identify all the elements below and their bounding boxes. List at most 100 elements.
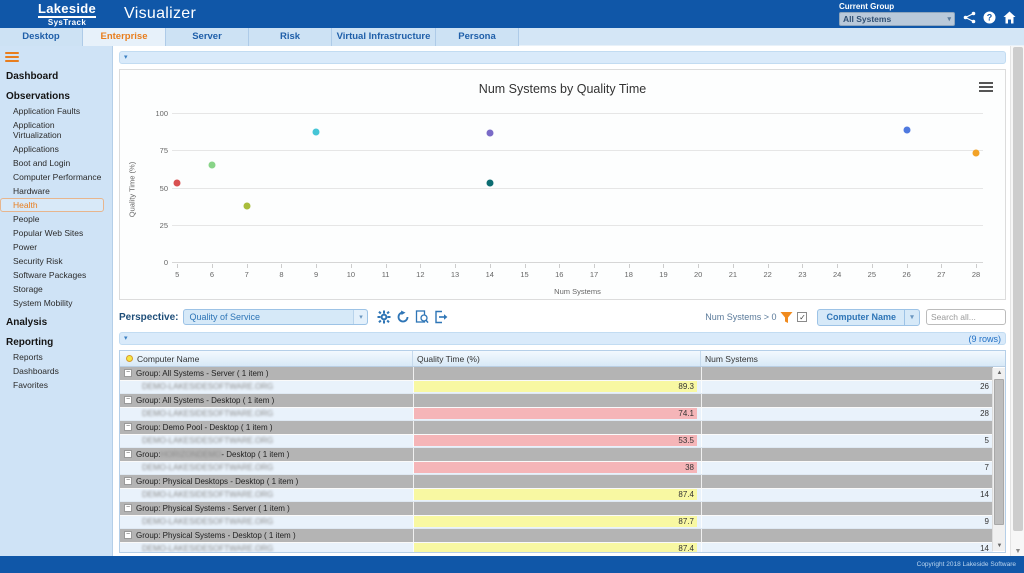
sidebar-item-hardware[interactable]: Hardware: [0, 184, 104, 198]
preview-icon[interactable]: [414, 310, 429, 325]
scroll-down-icon[interactable]: ▼: [993, 541, 1005, 551]
data-point-9-87.7[interactable]: [312, 128, 320, 136]
tab-persona[interactable]: Persona: [436, 28, 519, 46]
redacted-computer-name: DEMO-LAKESIDESOFTWARE.ORG: [142, 409, 274, 419]
collapse-minus-icon[interactable]: −: [124, 396, 132, 405]
tab-desktop[interactable]: Desktop: [0, 28, 83, 46]
y-tick-50: 50: [159, 183, 168, 193]
sidebar-item-application-faults[interactable]: Application Faults: [0, 104, 104, 118]
chevron-down-icon: ▾: [904, 309, 919, 325]
data-point-5-53.5[interactable]: [173, 179, 181, 187]
redacted-computer-name: DEMO-LAKESIDESOFTWARE.ORG: [142, 490, 274, 500]
share-icon[interactable]: [963, 11, 976, 24]
sidebar-item-favorites[interactable]: Favorites: [0, 378, 104, 392]
sidebar-item-popular-web-sites[interactable]: Popular Web Sites: [0, 226, 104, 240]
table-row[interactable]: DEMO-LAKESIDESOFTWARE.ORG 53.5 5: [120, 434, 993, 448]
sidebar-item-system-mobility[interactable]: System Mobility: [0, 296, 104, 310]
data-point-14-87.4[interactable]: [486, 129, 494, 137]
search-input[interactable]: [926, 309, 1006, 325]
column-header-quality-time[interactable]: Quality Time (%): [413, 351, 701, 366]
chart-title: Num Systems by Quality Time: [478, 82, 647, 96]
table-group-row[interactable]: − Group: Demo Pool - Desktop ( 1 item ): [120, 421, 993, 435]
table-row[interactable]: DEMO-LAKESIDESOFTWARE.ORG 87.7 9: [120, 515, 993, 529]
logo-text-systrack: SysTrack: [47, 17, 87, 27]
data-point-7-38[interactable]: [243, 202, 251, 210]
tab-server[interactable]: Server: [166, 28, 249, 46]
table-row[interactable]: DEMO-LAKESIDESOFTWARE.ORG 89.3 26: [120, 380, 993, 394]
help-icon[interactable]: ?: [983, 11, 996, 24]
table-row[interactable]: DEMO-LAKESIDESOFTWARE.ORG 87.4 14: [120, 542, 993, 552]
collapse-minus-icon[interactable]: −: [124, 504, 132, 513]
filter-funnel-icon[interactable]: [780, 311, 793, 324]
page-scrollbar[interactable]: ▼: [1010, 46, 1024, 556]
menu-icon[interactable]: [5, 52, 21, 62]
sidebar-item-boot-and-login[interactable]: Boot and Login: [0, 156, 104, 170]
group-label-cell: − Group: Physical Systems - Desktop ( 1 i…: [124, 530, 296, 540]
perspective-select[interactable]: Quality of Service ▾: [183, 309, 369, 325]
collapse-minus-icon[interactable]: −: [124, 450, 132, 459]
group-by-select[interactable]: Computer Name ▾: [817, 308, 920, 326]
x-tickmark-16: [559, 264, 561, 268]
tab-enterprise[interactable]: Enterprise: [83, 28, 166, 46]
sidebar-item-security-risk[interactable]: Security Risk: [0, 254, 104, 268]
tab-risk[interactable]: Risk: [249, 28, 332, 46]
sidebar-item-reports[interactable]: Reports: [0, 350, 104, 364]
chart-menu-icon[interactable]: [979, 82, 993, 94]
table-group-row[interactable]: − Group: Physical Desktops - Desktop ( 1 …: [120, 475, 993, 489]
x-tick-19: 19: [659, 270, 668, 279]
table-group-row[interactable]: − Group: HORIZONDEMO - Desktop ( 1 item ): [120, 448, 993, 462]
sidebar-section-reporting[interactable]: Reporting: [0, 330, 112, 350]
table-group-row[interactable]: − Group: Physical Systems - Server ( 1 it…: [120, 502, 993, 516]
sidebar-item-computer-performance[interactable]: Computer Performance: [0, 170, 104, 184]
column-header-computer-name[interactable]: Computer Name: [120, 351, 413, 366]
x-tickmark-10: [350, 264, 352, 268]
data-point-26-89.3[interactable]: [903, 126, 911, 134]
current-group-select[interactable]: All Systems ▾: [839, 12, 955, 26]
sidebar-item-application-virtualization[interactable]: Application Virtualization: [0, 118, 104, 142]
num-systems-cell: [701, 448, 993, 461]
chevron-down-icon: ▾: [353, 310, 368, 324]
page-scrollbar-thumb[interactable]: [1013, 47, 1023, 531]
x-tick-23: 23: [798, 270, 807, 279]
status-dot-icon: [126, 355, 133, 362]
sidebar-section-dashboard[interactable]: Dashboard: [0, 64, 112, 84]
export-icon[interactable]: [433, 310, 448, 325]
sidebar-item-health[interactable]: Health: [0, 198, 104, 212]
filter-checkbox[interactable]: ✓: [797, 312, 808, 322]
table-row[interactable]: DEMO-LAKESIDESOFTWARE.ORG 38 7: [120, 461, 993, 475]
collapse-minus-icon[interactable]: −: [124, 423, 132, 432]
table-collapse-bar[interactable]: ▾ (9 rows): [119, 332, 1006, 345]
chart-collapse-bar[interactable]: ▾: [119, 51, 1006, 64]
scroll-down-icon[interactable]: ▼: [1011, 548, 1024, 555]
x-tickmark-12: [420, 264, 422, 268]
table-row[interactable]: DEMO-LAKESIDESOFTWARE.ORG 87.4 14: [120, 488, 993, 502]
quality-cell: 87.4: [413, 542, 701, 552]
scrollbar-thumb[interactable]: [994, 379, 1004, 525]
table-group-row[interactable]: − Group: Physical Systems - Desktop ( 1 i…: [120, 529, 993, 543]
sidebar-item-storage[interactable]: Storage: [0, 282, 104, 296]
tab-virtual-infrastructure[interactable]: Virtual Infrastructure: [332, 28, 436, 46]
sidebar-item-applications[interactable]: Applications: [0, 142, 104, 156]
data-point-6-66[interactable]: [208, 161, 216, 169]
refresh-icon[interactable]: [395, 310, 410, 325]
column-header-num-systems[interactable]: Num Systems: [701, 351, 1005, 366]
x-tick-26: 26: [902, 270, 911, 279]
sidebar-item-people[interactable]: People: [0, 212, 104, 226]
collapse-minus-icon[interactable]: −: [124, 369, 132, 378]
collapse-minus-icon[interactable]: −: [124, 477, 132, 486]
table-group-row[interactable]: − Group: All Systems - Server ( 1 item ): [120, 367, 993, 381]
table-group-row[interactable]: − Group: All Systems - Desktop ( 1 item ): [120, 394, 993, 408]
data-point-14-54[interactable]: [486, 179, 494, 187]
sidebar-item-software-packages[interactable]: Software Packages: [0, 268, 104, 282]
settings-icon[interactable]: [376, 310, 391, 325]
table-row[interactable]: DEMO-LAKESIDESOFTWARE.ORG 74.1 28: [120, 407, 993, 421]
sidebar-section-analysis[interactable]: Analysis: [0, 310, 112, 330]
sidebar-item-power[interactable]: Power: [0, 240, 104, 254]
scroll-up-icon[interactable]: ▲: [993, 368, 1005, 378]
sidebar-item-dashboards[interactable]: Dashboards: [0, 364, 104, 378]
data-point-28-74.1[interactable]: [972, 149, 980, 157]
collapse-minus-icon[interactable]: −: [124, 531, 132, 540]
sidebar-section-observations[interactable]: Observations: [0, 84, 112, 104]
home-icon[interactable]: [1003, 11, 1016, 24]
table-scrollbar[interactable]: ▲ ▼: [992, 368, 1005, 551]
